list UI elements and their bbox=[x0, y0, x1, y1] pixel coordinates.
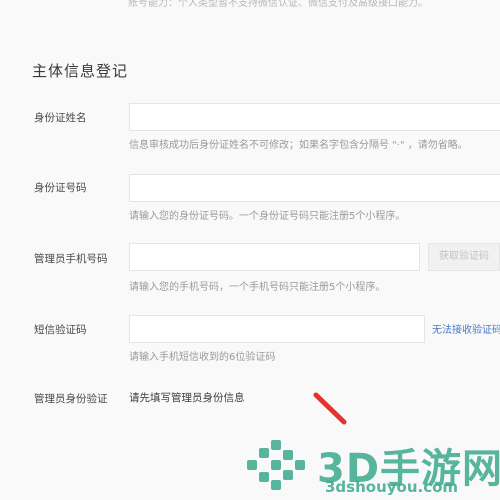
watermark-url: 3dshouyou.com bbox=[325, 478, 459, 496]
watermark-logo-icon bbox=[247, 440, 305, 490]
cannot-receive-code-link[interactable]: 无法接收验证码 bbox=[432, 321, 500, 336]
name-label: 身份证姓名 bbox=[34, 112, 87, 124]
admin-verify-text: 请先填写管理员身份信息 bbox=[129, 392, 245, 404]
sms-code-label: 短信验证码 bbox=[34, 324, 87, 336]
section-title: 主体信息登记 bbox=[32, 62, 129, 80]
phone-label: 管理员手机号码 bbox=[34, 253, 108, 265]
sms-code-hint: 请输入手机短信收到的6位验证码 bbox=[129, 352, 276, 363]
id-number-hint: 请输入您的身份证号码。一个身份证号码只能注册5个小程序。 bbox=[129, 211, 406, 222]
id-number-input[interactable] bbox=[129, 174, 500, 202]
sms-code-input[interactable] bbox=[129, 315, 425, 343]
red-arrow-icon bbox=[313, 392, 347, 425]
get-code-button[interactable]: 获取验证码 bbox=[428, 243, 500, 271]
phone-hint: 请输入您的手机号码，一个手机号码只能注册5个小程序。 bbox=[129, 282, 386, 293]
admin-verify-label: 管理员身份验证 bbox=[34, 393, 108, 405]
top-note: 账号能力：个人类型暂不支持微信认证、微信支付及高级接口能力。 bbox=[128, 0, 428, 9]
id-number-label: 身份证号码 bbox=[34, 182, 87, 194]
watermark: 3D手游网 3dshouyou.com bbox=[245, 432, 500, 500]
phone-input[interactable] bbox=[129, 243, 420, 271]
name-input[interactable] bbox=[129, 103, 500, 131]
name-hint: 信息审核成功后身份证姓名不可修改；如果名字包含分隔号 "·" ，请勿省略。 bbox=[129, 140, 468, 151]
